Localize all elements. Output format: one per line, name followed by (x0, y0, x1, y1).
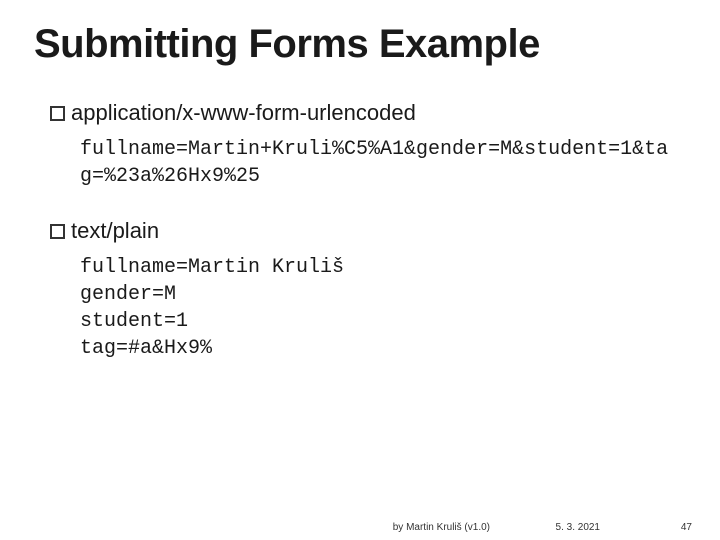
bullet-urlencoded: application/x-www-form-urlencoded (50, 100, 680, 126)
page-title: Submitting Forms Example (34, 22, 540, 67)
code-textplain: fullname=Martin Kruliš gender=M student=… (80, 254, 680, 362)
bullet-textplain: text/plain (50, 218, 680, 244)
slide: Submitting Forms Example application/x-w… (0, 0, 720, 540)
square-bullet-icon (50, 224, 65, 239)
bullet-label: text/plain (71, 218, 159, 244)
footer-page-number: 47 (681, 522, 692, 533)
footer-date: 5. 3. 2021 (556, 522, 600, 533)
content-area: application/x-www-form-urlencoded fullna… (50, 100, 680, 390)
code-urlencoded: fullname=Martin+Kruli%C5%A1&gender=M&stu… (80, 136, 680, 190)
bullet-label: application/x-www-form-urlencoded (71, 100, 416, 126)
square-bullet-icon (50, 106, 65, 121)
footer-author: by Martin Kruliš (v1.0) (393, 522, 490, 533)
